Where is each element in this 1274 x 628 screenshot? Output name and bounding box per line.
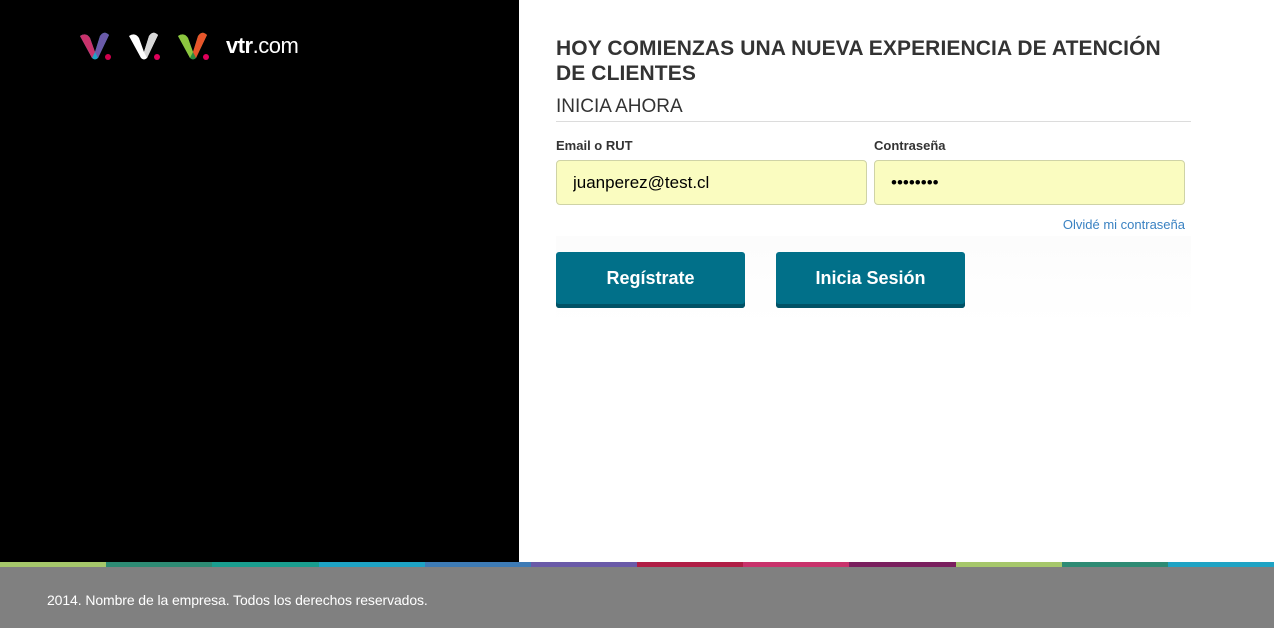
brand-logos: vtr.com: [78, 30, 299, 62]
brand-name-suffix: .com: [252, 33, 299, 58]
email-field-group: Email o RUT: [556, 138, 867, 205]
forgot-password-link[interactable]: Olvidé mi contraseña: [1063, 217, 1185, 232]
vtr-logo-icon-white: [129, 32, 160, 60]
copyright-text: 2014. Nombre de la empresa. Todos los de…: [47, 592, 428, 608]
left-brand-panel: vtr.com: [0, 0, 519, 562]
login-button[interactable]: Inicia Sesión: [776, 252, 965, 308]
email-label: Email o RUT: [556, 138, 633, 153]
brand-name-bold: vtr: [226, 33, 253, 58]
password-field[interactable]: [874, 160, 1185, 205]
login-form: HOY COMIENZAS UNA NUEVA EXPERIENCIA DE A…: [556, 36, 1191, 326]
footer: 2014. Nombre de la empresa. Todos los de…: [0, 567, 1274, 628]
password-field-group: Contraseña: [874, 138, 1185, 205]
action-buttons: Regístrate Inicia Sesión: [556, 236, 1191, 326]
vtr-logo-icon-multicolor: [80, 32, 111, 60]
page-title: HOY COMIENZAS UNA NUEVA EXPERIENCIA DE A…: [556, 37, 1161, 85]
email-field[interactable]: [556, 160, 867, 205]
brand-name: vtr.com: [226, 30, 299, 62]
credential-fields: Email o RUT Contraseña: [556, 138, 1191, 228]
password-label: Contraseña: [874, 138, 946, 153]
register-button[interactable]: Regístrate: [556, 252, 745, 308]
vtr-logo-icon-green: [178, 32, 209, 60]
section-heading: INICIA AHORA: [556, 96, 1191, 122]
